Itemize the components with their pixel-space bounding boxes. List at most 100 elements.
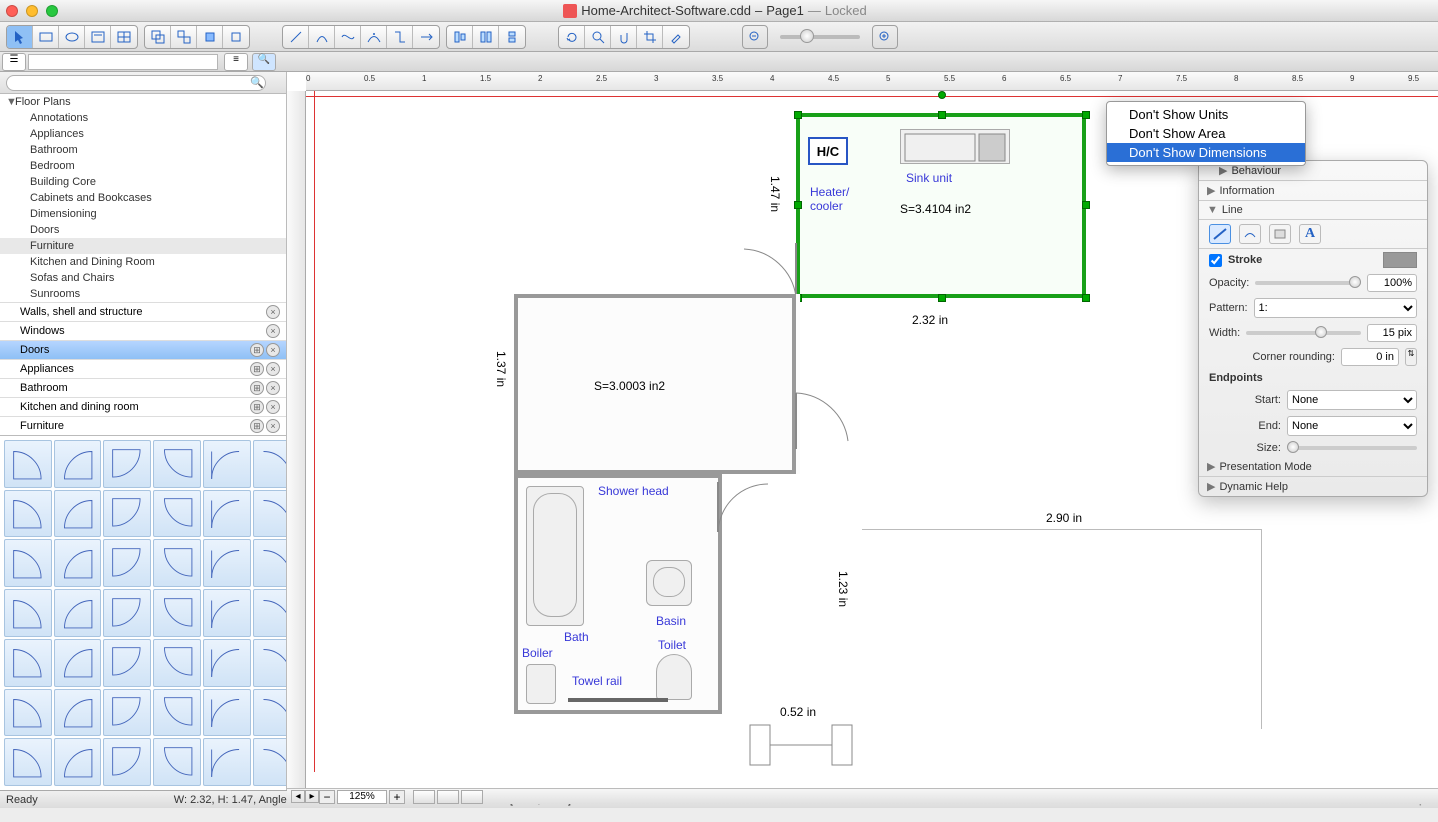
arc-tool[interactable] [309,26,335,48]
palette-shape[interactable] [4,539,52,587]
section-information[interactable]: ▶Information [1199,181,1427,201]
library-header[interactable]: Bathroom⊞× [0,378,286,397]
scroll-left-icon[interactable]: ◂ [291,790,305,803]
close-icon[interactable] [6,5,18,17]
front-button[interactable] [197,26,223,48]
tree-item[interactable]: Annotations [0,110,286,126]
stroke-checkbox[interactable] [1209,254,1222,267]
scroll-right-icon[interactable]: ▸ [305,790,319,803]
section-dynamic-help[interactable]: ▶Dynamic Help [1199,477,1427,496]
pattern-select[interactable]: 1: [1254,298,1417,318]
width-slider[interactable] [1246,331,1361,335]
room-bathroom[interactable]: Shower head Bath Basin Toilet Boiler Tow… [514,474,722,714]
library-header[interactable]: Furniture⊞× [0,416,286,435]
connector-tool[interactable] [387,26,413,48]
tab-stroke[interactable] [1209,224,1231,244]
context-menu-item[interactable]: Don't Show Area [1107,124,1305,143]
stroke-swatch[interactable] [1383,252,1417,268]
spline-tool[interactable] [335,26,361,48]
end-select[interactable]: None [1287,416,1417,436]
context-menu-item[interactable]: Don't Show Units [1107,105,1305,124]
sel-handle[interactable] [794,111,802,119]
guide-horizontal[interactable] [306,96,1438,97]
palette-shape[interactable] [54,490,102,538]
palette-shape[interactable] [103,589,151,637]
eyedrop-tool[interactable] [663,26,689,48]
search-icon[interactable]: 🔍 [252,53,276,71]
width-field[interactable] [1367,324,1417,342]
tree-item[interactable]: Cabinets and Bookcases [0,190,286,206]
palette-shape[interactable] [203,639,251,687]
tree-item[interactable]: Bathroom [0,142,286,158]
zoom-plus[interactable]: + [389,790,405,804]
palette-shape[interactable] [253,539,286,587]
sink-unit[interactable] [900,129,1010,164]
palette-shape[interactable] [54,639,102,687]
tab-fill[interactable] [1239,224,1261,244]
slider-thumb[interactable] [800,29,814,43]
sel-handle[interactable] [1082,201,1090,209]
library-header[interactable]: Appliances⊞× [0,359,286,378]
palette-shape[interactable] [203,738,251,786]
zoom-minus[interactable]: − [319,790,335,804]
rotation-handle[interactable] [938,91,946,99]
page-tab[interactable] [413,790,435,804]
zoom-tool[interactable] [585,26,611,48]
zoom-field[interactable] [337,790,387,804]
sel-handle[interactable] [1082,111,1090,119]
smart-connector[interactable] [413,26,439,48]
palette-shape[interactable] [103,539,151,587]
tree-item[interactable]: Doors [0,222,286,238]
sel-handle[interactable] [938,111,946,119]
pointer-tool[interactable] [7,26,33,48]
palette-shape[interactable] [203,490,251,538]
zoom-in-button[interactable] [872,25,898,49]
start-select[interactable]: None [1287,390,1417,410]
palette-shape[interactable] [253,490,286,538]
toilet-fixture[interactable] [656,654,692,700]
zoom-icon[interactable] [46,5,58,17]
table-tool[interactable] [111,26,137,48]
palette-shape[interactable] [103,689,151,737]
search-input[interactable] [6,75,266,91]
tree-root[interactable]: ▼Floor Plans [0,94,286,110]
palette-shape[interactable] [4,738,52,786]
list-view-icon[interactable]: ≡ [224,53,248,71]
palette-shape[interactable] [54,539,102,587]
align-center[interactable] [473,26,499,48]
palette-shape[interactable] [153,440,201,488]
palette-shape[interactable] [203,689,251,737]
minimize-icon[interactable] [26,5,38,17]
palette-shape[interactable] [153,689,201,737]
heater-cooler-unit[interactable]: H/C [808,137,848,165]
group-button[interactable] [145,26,171,48]
tree-item[interactable]: Kitchen and Dining Room [0,254,286,270]
palette-shape[interactable] [253,589,286,637]
hand-tool[interactable] [611,26,637,48]
rect-tool[interactable] [33,26,59,48]
zoom-slider[interactable] [780,35,860,39]
palette-shape[interactable] [153,738,201,786]
palette-shape[interactable] [4,440,52,488]
room-kitchen[interactable]: H/C Heater/ cooler Sink unit S=3.4104 in… [796,113,1086,298]
palette-shape[interactable] [103,490,151,538]
palette-shape[interactable] [103,738,151,786]
crop-tool[interactable] [637,26,663,48]
tree-item[interactable]: Dimensioning [0,206,286,222]
bezier-tool[interactable] [361,26,387,48]
sel-handle[interactable] [938,294,946,302]
context-menu-item[interactable]: Don't Show Dimensions [1107,143,1305,162]
ellipse-tool[interactable] [59,26,85,48]
library-header[interactable]: Kitchen and dining room⊞× [0,397,286,416]
library-header[interactable]: Windows× [0,321,286,340]
palette-shape[interactable] [54,689,102,737]
opacity-slider[interactable] [1255,281,1361,285]
align-right[interactable] [499,26,525,48]
page-tab[interactable] [461,790,483,804]
towel-rail-fixture[interactable] [568,698,668,702]
tree-item[interactable]: Appliances [0,126,286,142]
palette-shape[interactable] [103,440,151,488]
palette-shape[interactable] [4,639,52,687]
palette-shape[interactable] [253,738,286,786]
palette-shape[interactable] [54,589,102,637]
